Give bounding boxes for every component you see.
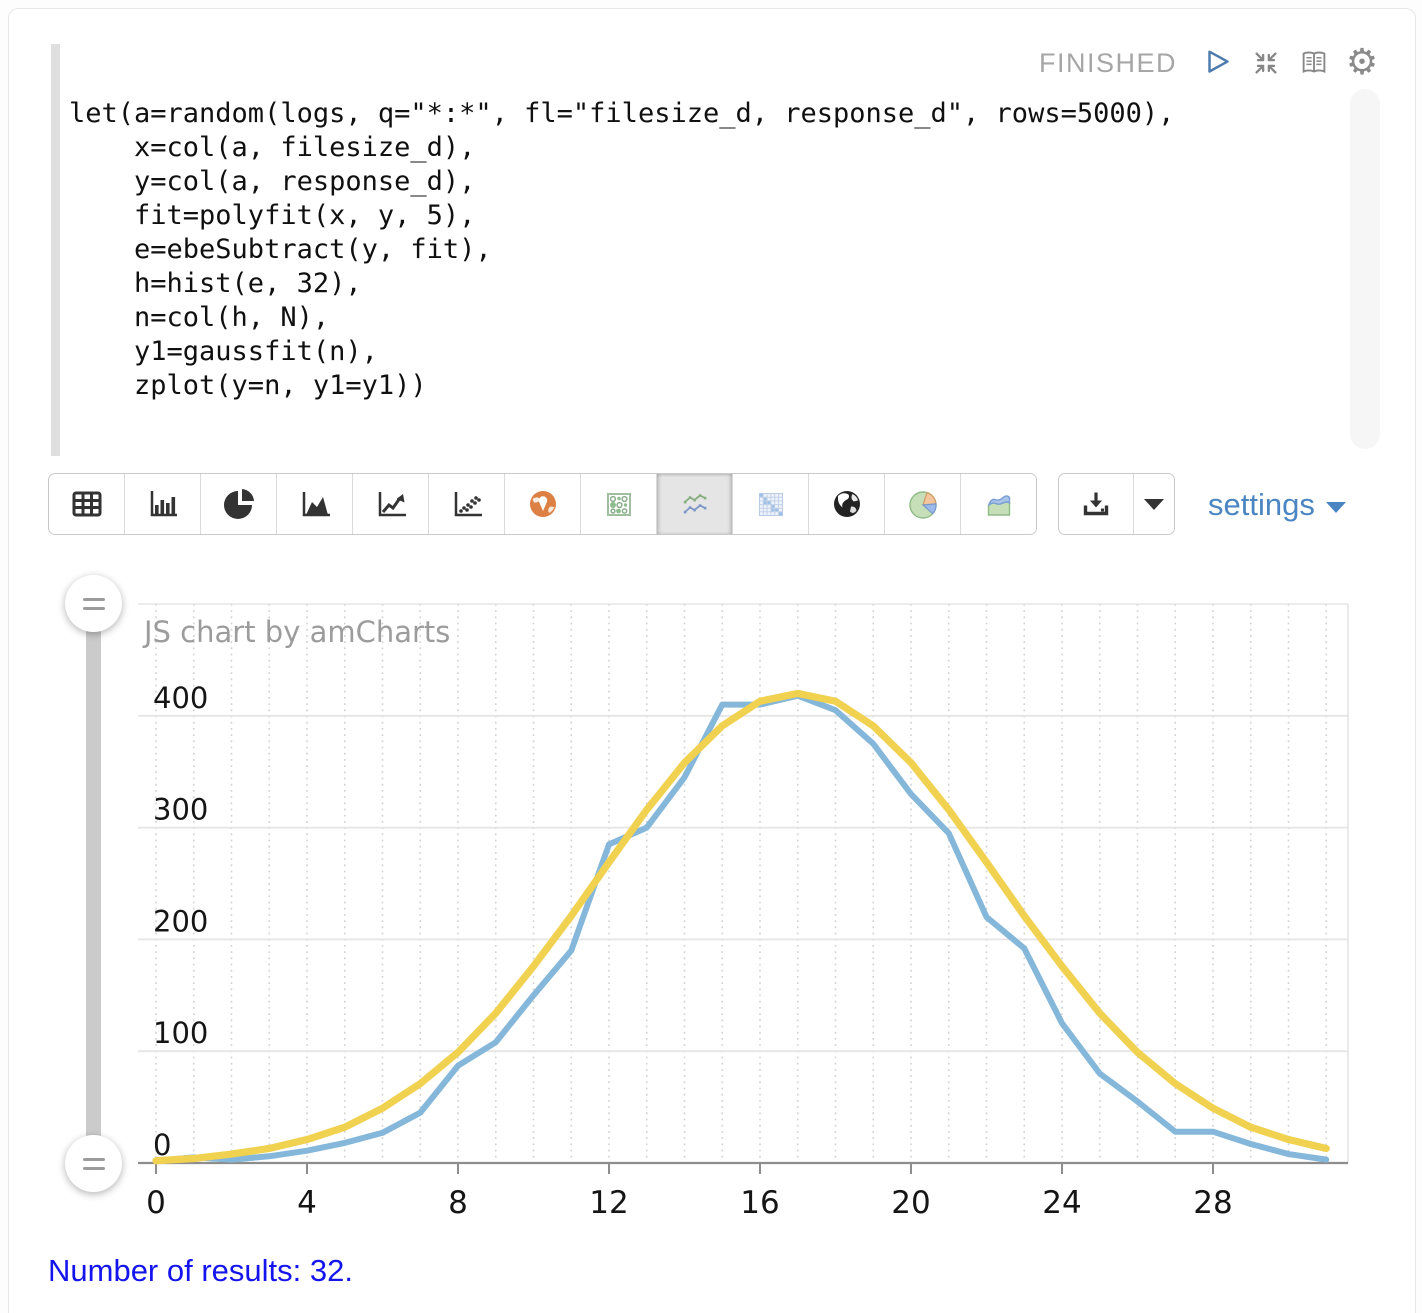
settings-label: settings [1208,487,1315,522]
scrollbar-handle-bottom[interactable] [65,1135,122,1192]
svg-text:400: 400 [153,681,208,715]
settings-caret-icon [1325,501,1346,513]
chart-type-color-pie-button[interactable] [885,474,961,534]
svg-text:100: 100 [153,1016,208,1050]
code-editor[interactable]: let(a=random(logs, q="*:*", fl="filesize… [69,97,1174,403]
paragraph-card: FINISHED ⚙ let(a=random(logs, q="*:*", f [8,8,1416,1313]
svg-text:28: 28 [1193,1185,1232,1221]
color-pie-chart-icon [908,491,937,519]
svg-text:JS chart by amCharts: JS chart by amCharts [142,615,450,649]
chart-type-line-button[interactable] [353,474,429,534]
svg-text:20: 20 [891,1185,930,1221]
chart-type-bubble-button[interactable] [581,474,657,534]
download-icon [1083,492,1109,516]
chart-type-stacked-area-button[interactable] [961,474,1036,534]
book-icon[interactable] [1297,46,1331,80]
caret-down-icon [1144,498,1164,510]
chart-canvas: 01002003004000 4 8 12 16 20 24 28JS chart by am… [138,603,1349,1221]
grip-icon [82,597,105,601]
status-badge: FINISHED [1038,47,1177,78]
bar-chart-icon [150,491,177,517]
chart-container: 0 100 200 300 400 0 4 8 12 16 20 24 28 JS chart by am… [9,561,1415,1253]
table-icon [72,491,101,517]
svg-text:12: 12 [589,1185,628,1221]
gear-icon[interactable]: ⚙ [1345,45,1379,81]
download-options-caret[interactable] [1134,474,1174,534]
svg-text:0: 0 [146,1185,166,1221]
chart-type-heatmap-button[interactable] [733,474,809,534]
map-pin-globe-icon [529,491,556,517]
editor-scrollbar[interactable] [1350,89,1380,449]
download-button[interactable] [1059,474,1134,534]
scrollbar-handle-top[interactable] [65,575,122,632]
scatter-plot-icon [454,492,482,517]
settings-link[interactable]: settings [1208,487,1346,523]
svg-text:200: 200 [153,904,208,938]
svg-text:8: 8 [448,1185,468,1221]
svg-text:4: 4 [297,1185,317,1221]
chart-type-map-button[interactable] [505,474,581,534]
grip-icon [82,606,105,610]
chart-type-table-button[interactable] [49,474,125,534]
chart-type-scatter-button[interactable] [429,474,505,534]
play-icon[interactable] [1201,46,1235,80]
chart-type-toolbar [48,473,1037,535]
chart-type-bar-button[interactable] [125,474,201,534]
editor-gutter-bar [51,44,60,456]
grip-icon [82,1157,105,1161]
chart-type-pie-button[interactable] [201,474,277,534]
value-axis-scrollbar-track[interactable] [86,604,101,1164]
results-count-text: Number of results: 32. [48,1253,353,1288]
chart-type-area-button[interactable] [277,474,353,534]
paragraph-status-row: FINISHED ⚙ [1039,43,1379,83]
line-chart-icon [378,492,406,517]
svg-text:300: 300 [153,793,208,827]
heatmap-icon [758,493,783,516]
multi-line-chart-icon [683,494,706,514]
stacked-area-chart-icon [987,495,1010,516]
download-split-button [1058,473,1175,535]
globe-icon [833,491,860,517]
svg-text:24: 24 [1042,1185,1081,1221]
bubble-chart-icon [606,493,631,516]
pie-chart-icon [223,489,254,519]
compress-icon[interactable] [1249,46,1283,80]
chart-type-globe-button[interactable] [809,474,885,534]
svg-text:16: 16 [740,1185,779,1221]
grip-icon [82,1166,105,1170]
area-chart-icon [302,492,330,517]
chart-type-multiline-button[interactable] [657,474,733,534]
